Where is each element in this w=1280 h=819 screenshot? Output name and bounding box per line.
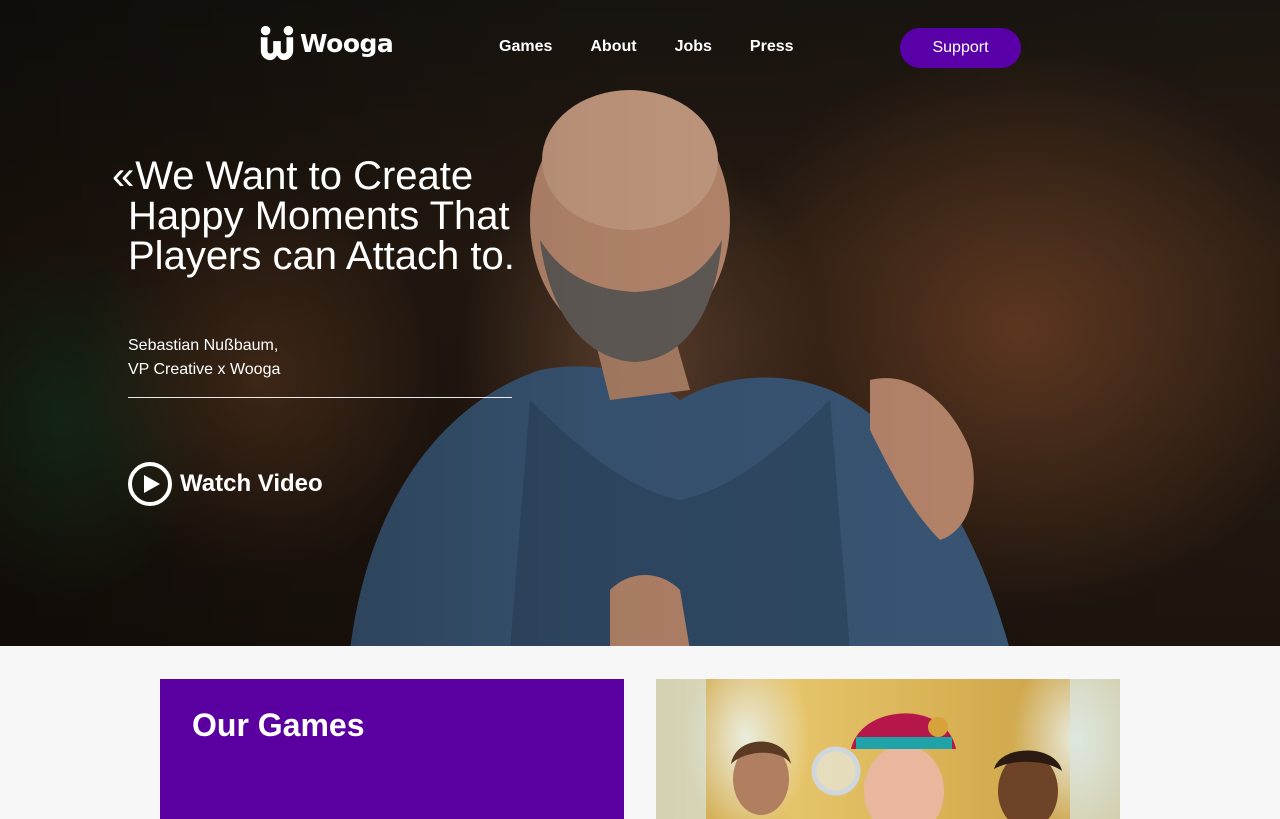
games-section: Our Games [0, 646, 1280, 819]
quote-author: Sebastian Nußbaum, VP Creative x Wooga [128, 334, 280, 382]
author-name: Sebastian Nußbaum, [128, 337, 279, 354]
hero-quote: «We Want to Create Happy Moments That Pl… [112, 156, 532, 276]
nav-link-about[interactable]: About [571, 36, 655, 58]
hero-divider [128, 397, 512, 398]
game-characters-illustration [656, 679, 1120, 819]
hero-quote-text: We Want to Create Happy Moments That Pla… [128, 154, 515, 278]
hero-section: Wooga Games About Jobs Press Support «We… [0, 0, 1280, 646]
top-navigation: Wooga Games About Jobs Press Support [0, 0, 1280, 96]
quote-mark: « [112, 154, 135, 198]
our-games-card[interactable]: Our Games [160, 679, 624, 819]
game-artwork-image[interactable] [656, 679, 1120, 819]
play-circle-icon [128, 462, 172, 506]
logo-link[interactable]: Wooga [258, 24, 394, 62]
our-games-title: Our Games [192, 707, 365, 743]
nav-link-games[interactable]: Games [480, 36, 571, 58]
author-role: VP Creative x Wooga [128, 361, 281, 378]
nav-link-press[interactable]: Press [731, 36, 813, 58]
watch-video-button[interactable]: Watch Video [128, 462, 323, 506]
hero-overlay [0, 0, 1280, 646]
logo-text: Wooga [300, 28, 394, 58]
nav-link-jobs[interactable]: Jobs [656, 36, 731, 58]
wooga-logo-icon [260, 25, 294, 61]
watch-video-label: Watch Video [180, 470, 323, 497]
support-button[interactable]: Support [900, 28, 1021, 68]
nav-links: Games About Jobs Press [480, 36, 813, 58]
